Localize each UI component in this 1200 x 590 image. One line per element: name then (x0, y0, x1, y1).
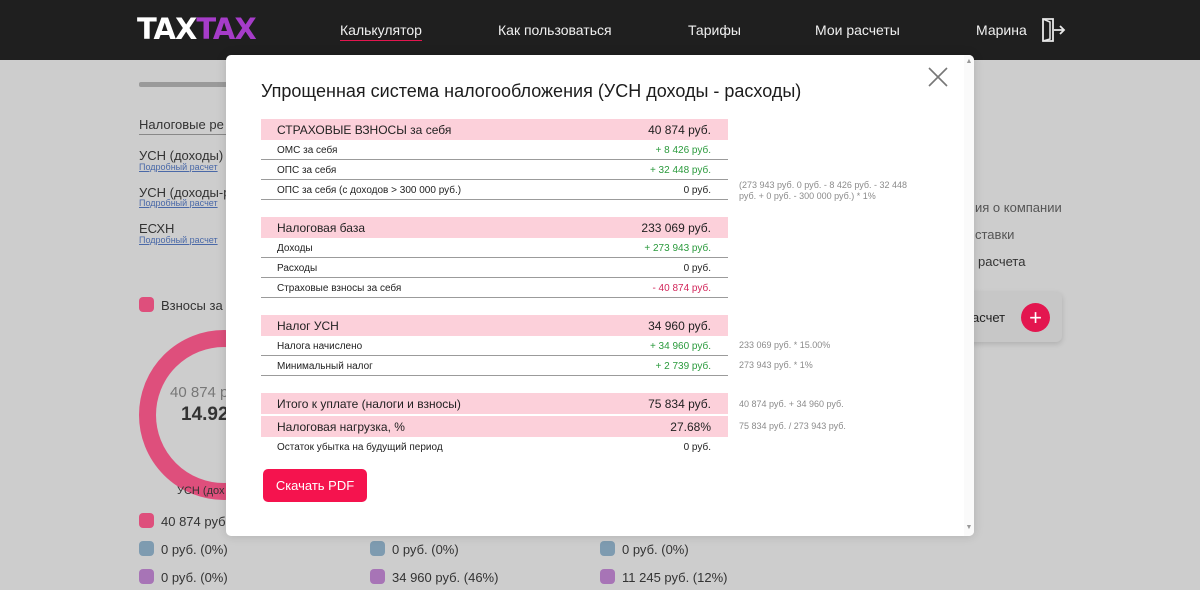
table-row: Расходы 0 руб. (261, 258, 728, 278)
total-row: Налоговая нагрузка, % 27.68% (261, 416, 728, 437)
legend-label: Взносы за с (161, 298, 233, 313)
close-icon[interactable] (926, 65, 950, 89)
section-header: Налог УСН 34 960 руб. (261, 315, 728, 336)
legend-swatch (370, 541, 385, 556)
section-header: СТРАХОВЫЕ ВЗНОСЫ за себя 40 874 руб. (261, 119, 728, 140)
nav-calculator[interactable]: Калькулятор (340, 22, 422, 41)
download-pdf-button[interactable]: Скачать PDF (263, 469, 367, 502)
scrollbar[interactable] (964, 55, 974, 536)
legend-value: 0 руб. (0%) (161, 570, 228, 585)
scroll-up-icon[interactable]: ▲ (965, 58, 973, 66)
calc-note: (273 943 руб. 0 руб. - 8 426 руб. - 32 4… (739, 180, 908, 201)
logo[interactable]: TAXTAX (137, 14, 257, 44)
legend-swatch (139, 297, 154, 312)
insurance-table: СТРАХОВЫЕ ВЗНОСЫ за себя 40 874 руб. ОМС… (261, 119, 728, 200)
table-row: ОМС за себя + 8 426 руб. (261, 140, 728, 160)
scroll-down-icon[interactable]: ▼ (965, 524, 973, 532)
table-row: Налога начислено + 34 960 руб. (261, 336, 728, 356)
legend-swatch (600, 569, 615, 584)
section-header: Налоговая база 233 069 руб. (261, 217, 728, 238)
table-row: Минимальный налог + 2 739 руб. (261, 356, 728, 376)
nav-user-name[interactable]: Марина (976, 22, 1027, 38)
donut-caption: УСН (дох (177, 485, 225, 497)
table-row: Страховые взносы за себя - 40 874 руб. (261, 278, 728, 298)
calculation-modal: Упрощенная система налогообложения (УСН … (226, 55, 974, 536)
table-row: ОПС за себя + 32 448 руб. (261, 160, 728, 180)
table-row: ОПС за себя (с доходов > 300 000 руб.) 0… (261, 180, 728, 200)
legend-swatch (370, 569, 385, 584)
calc-note: 233 069 руб. * 15.00% (739, 340, 831, 350)
side-card-label: асчет (972, 310, 1006, 325)
side-item[interactable]: ставки (975, 227, 1014, 242)
detailed-link[interactable]: Подробный расчет (139, 198, 218, 208)
legend-value: 0 руб. (0%) (392, 542, 459, 557)
usn-tax-table: Налог УСН 34 960 руб. Налога начислено +… (261, 315, 728, 376)
legend-swatch (139, 569, 154, 584)
table-row: Доходы + 273 943 руб. (261, 238, 728, 258)
donut-percent: 14.92 (181, 404, 229, 425)
add-calculation-button[interactable]: + (1021, 303, 1050, 332)
regime-name: УСН (доходы) (139, 148, 224, 163)
divider (139, 134, 229, 135)
nav-my-calculations[interactable]: Мои расчеты (815, 22, 900, 38)
legend-value: 0 руб. (0%) (622, 542, 689, 557)
legend-swatch (139, 541, 154, 556)
legend-value: 11 245 руб. (12%) (622, 570, 728, 585)
calc-note: 75 834 руб. / 273 943 руб. (739, 421, 846, 431)
legend-value: 0 руб. (0%) (161, 542, 228, 557)
top-nav: TAXTAX Калькулятор Как пользоваться Тари… (0, 0, 1200, 60)
nav-how-to-use[interactable]: Как пользоваться (498, 22, 612, 38)
legend-swatch (139, 513, 154, 528)
total-row: Итого к уплате (налоги и взносы) 75 834 … (261, 393, 728, 414)
side-item[interactable]: расчета (978, 254, 1025, 269)
legend-value: 34 960 руб. (46%) (392, 570, 499, 585)
calc-note: 40 874 руб. + 34 960 руб. (739, 399, 844, 409)
legend-swatch (600, 541, 615, 556)
legend-value: 40 874 руб. (161, 514, 230, 529)
calc-note: 273 943 руб. * 1% (739, 360, 813, 370)
progress-bar (139, 82, 229, 87)
totals-table: Итого к уплате (налоги и взносы) 75 834 … (261, 393, 728, 457)
donut-value: 40 874 р (170, 384, 229, 401)
modal-title: Упрощенная система налогообложения (УСН … (261, 81, 802, 101)
table-row: Остаток убытка на будущий период 0 руб. (277, 442, 711, 453)
section-label: Налоговые ре (139, 117, 224, 132)
detailed-link[interactable]: Подробный расчет (139, 162, 218, 172)
nav-tariffs[interactable]: Тарифы (688, 22, 741, 38)
detailed-link[interactable]: Подробный расчет (139, 235, 218, 245)
side-item[interactable]: ия о компании (975, 200, 1062, 215)
logout-icon[interactable] (1040, 17, 1066, 43)
regime-name: ЕСХН (139, 221, 175, 236)
tax-base-table: Налоговая база 233 069 руб. Доходы + 273… (261, 217, 728, 298)
